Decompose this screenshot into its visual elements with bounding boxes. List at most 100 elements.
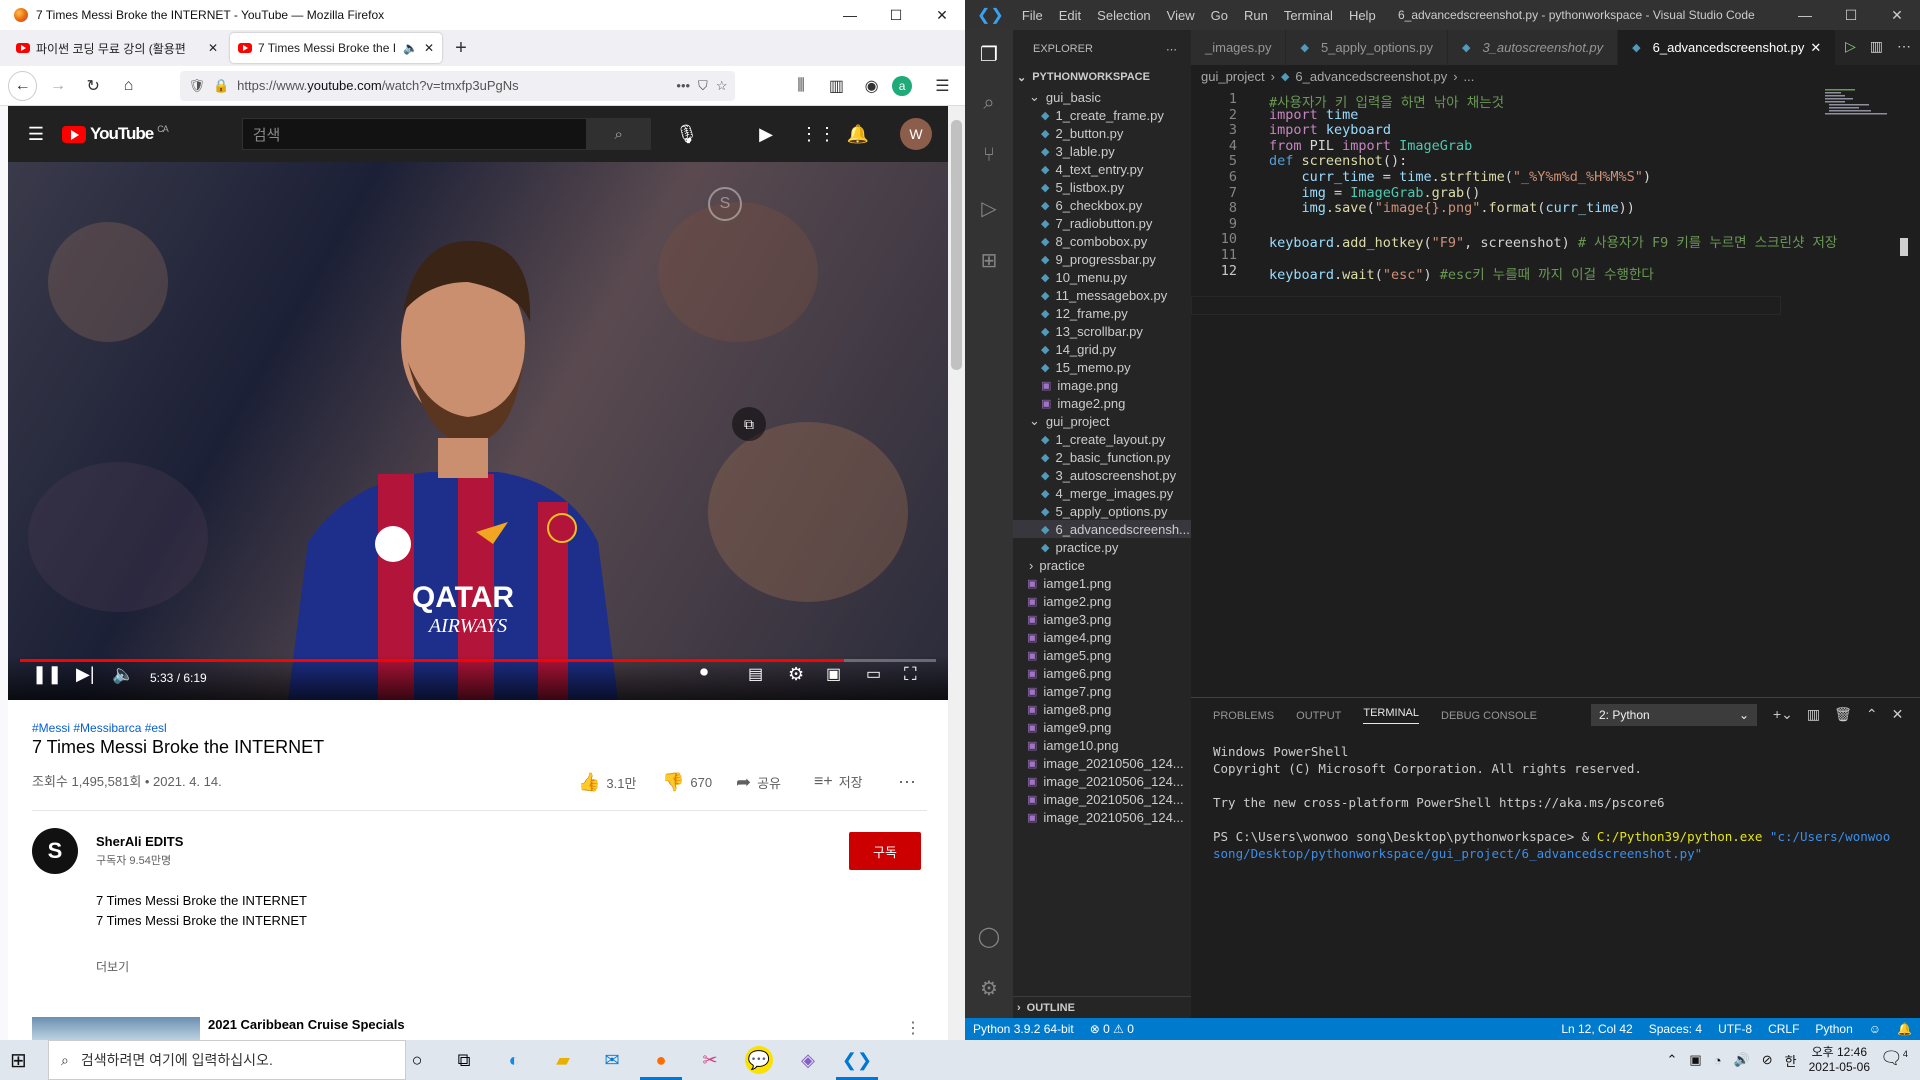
file-tree-item[interactable]: ◆ 3_lable.py [1013, 142, 1191, 160]
file-tree-item[interactable]: ▣ iamge7.png [1013, 682, 1191, 700]
url-bar[interactable]: 🛡 🔒 https://www.youtube.com/watch?v=tmxf… [180, 70, 736, 101]
settings-gear-icon[interactable]: ⚙ [788, 664, 804, 685]
file-tree-item[interactable]: ◆ 3_autoscreenshot.py [1013, 466, 1191, 484]
close-button[interactable]: ✕ [1874, 0, 1920, 30]
tray-overflow-chevron-icon[interactable]: ⌃ [1666, 1052, 1677, 1068]
editor-tab[interactable]: ◆ 3_autoscreenshot.py [1447, 30, 1619, 65]
new-terminal-icon[interactable]: +⌄ [1773, 706, 1793, 723]
file-tree-item[interactable]: ▣ iamge1.png [1013, 574, 1191, 592]
minimize-button[interactable]: — [1782, 0, 1828, 30]
file-tree-item[interactable]: ◆ 10_menu.py [1013, 268, 1191, 286]
file-tree-item[interactable]: ◆ 5_apply_options.py [1013, 502, 1191, 520]
language-mode[interactable]: Python [1807, 1022, 1860, 1036]
problems-count[interactable]: ⊗ 0 ⚠ 0 [1082, 1022, 1142, 1036]
terminal-output[interactable]: Windows PowerShell Copyright (C) Microsof… [1213, 743, 1903, 862]
file-tree-item[interactable]: ◆ 4_text_entry.py [1013, 160, 1191, 178]
editor-scrollbar-thumb[interactable] [1900, 238, 1908, 256]
code-line[interactable]: img.save("image{}.png".format(curr_time)… [1269, 200, 1635, 216]
menu-help[interactable]: Help [1341, 8, 1384, 23]
account-icon[interactable]: ◯ [977, 924, 1001, 948]
code-editor[interactable]: 1 #사용자가 키 입력을 하면 낚아 채는것 2 import time 3 impor… [1191, 87, 1920, 687]
split-editor-icon[interactable]: ▥ [1870, 38, 1883, 55]
maximize-panel-icon[interactable]: ⌃ [1866, 706, 1878, 723]
encoding[interactable]: UTF-8 [1710, 1022, 1760, 1036]
menu-terminal[interactable]: Terminal [1276, 8, 1341, 23]
run-file-icon[interactable]: ▷ [1845, 38, 1856, 55]
next-video-icon[interactable]: ▶| [76, 664, 95, 685]
file-tree-item[interactable]: ▣ image_20210506_124... [1013, 790, 1191, 808]
menu-selection[interactable]: Selection [1089, 8, 1158, 23]
file-tree-item[interactable]: ▣ iamge4.png [1013, 628, 1191, 646]
hamburger-menu-icon[interactable]: ☰ [24, 124, 48, 145]
file-tree-item[interactable]: ◆ 14_grid.py [1013, 340, 1191, 358]
search-button[interactable]: ⌕ [586, 118, 651, 150]
workspace-header[interactable]: ⌄ PYTHONWORKSPACE [1013, 66, 1191, 88]
share-button[interactable]: ➦ 공유 [736, 772, 781, 793]
new-tab-button[interactable]: + [446, 33, 476, 63]
file-tree-item[interactable]: ◆ 4_merge_images.py [1013, 484, 1191, 502]
task-view-icon[interactable]: ⧉ [450, 1046, 478, 1074]
speaker-icon[interactable]: 🔈 [403, 41, 418, 55]
file-tree-item[interactable]: ◆ 13_scrollbar.py [1013, 322, 1191, 340]
code-line[interactable]: keyboard.add_hotkey("F9", screenshot) # … [1269, 231, 1837, 251]
youtube-logo[interactable]: YouTube CA [62, 124, 169, 144]
file-tree-item[interactable]: ▣ image_20210506_124... [1013, 772, 1191, 790]
code-line[interactable]: img = ImageGrab.grab() [1269, 185, 1481, 201]
search-input[interactable]: 검색 [241, 118, 587, 150]
menu-run[interactable]: Run [1236, 8, 1276, 23]
menu-icon[interactable]: ☰ [928, 71, 957, 101]
file-tree-item[interactable]: ⌄ gui_project [1013, 412, 1191, 430]
tab-messi-video[interactable]: 7 Times Messi Broke the I 🔈 ✕ [230, 33, 442, 63]
avatar[interactable]: W [900, 118, 932, 150]
close-tab-icon[interactable]: ✕ [1810, 40, 1821, 56]
volume-icon[interactable]: 🔈 [112, 664, 134, 685]
tab-close-icon[interactable]: ✕ [208, 41, 218, 55]
save-button[interactable]: ≡+ 저장 [814, 772, 863, 791]
file-tree-item[interactable]: ◆ 1_create_frame.py [1013, 106, 1191, 124]
recommended-title[interactable]: 2021 Caribbean Cruise Specials [208, 1017, 405, 1032]
show-more-button[interactable]: 더보기 [96, 958, 129, 975]
sidebar-icon[interactable]: ▥ [822, 71, 851, 101]
code-line[interactable]: curr_time = time.strftime("_%Y%m%d_%H%M%… [1269, 169, 1652, 185]
file-tree-item[interactable]: ◆ 2_basic_function.py [1013, 448, 1191, 466]
file-tree-item[interactable]: ▣ iamge5.png [1013, 646, 1191, 664]
file-explorer-icon[interactable]: ▰ [549, 1046, 577, 1074]
editor-tab[interactable]: ◆ 6_advancedscreenshot.py ✕ [1618, 30, 1837, 65]
recommended-menu-icon[interactable]: ⋮ [905, 1018, 921, 1038]
tab-close-icon[interactable]: ✕ [424, 41, 434, 55]
snipping-tool-icon[interactable]: ✂ [696, 1046, 724, 1074]
split-terminal-icon[interactable]: ▥ [1807, 706, 1820, 723]
clock[interactable]: 오후 12:46 2021-05-06 [1809, 1045, 1870, 1075]
menu-view[interactable]: View [1159, 8, 1203, 23]
recommended-thumbnail[interactable] [32, 1017, 200, 1040]
code-line[interactable]: from PIL import ImageGrab [1269, 138, 1472, 154]
forward-button[interactable]: → [43, 71, 72, 101]
breadcrumb-symbol[interactable]: ... [1464, 69, 1475, 84]
notifications-bell-icon[interactable]: 🔔 [846, 124, 870, 145]
apps-grid-icon[interactable]: ⋮⋮ [800, 124, 836, 145]
bookmark-star-icon[interactable]: ☆ [716, 78, 728, 94]
menu-go[interactable]: Go [1203, 8, 1236, 23]
vscode-taskbar-icon[interactable]: ❮❯ [842, 1046, 872, 1074]
file-tree-item[interactable]: ◆ practice.py [1013, 538, 1191, 556]
editor-tab[interactable]: _images.py [1191, 30, 1287, 65]
menu-edit[interactable]: Edit [1051, 8, 1089, 23]
subscribe-button[interactable]: 구독 [849, 832, 921, 870]
lock-icon[interactable]: 🔒 [213, 78, 229, 94]
taskbar-search-input[interactable]: ⌕ 검색하려면 여기에 입력하십시오. [48, 1040, 406, 1080]
indentation[interactable]: Spaces: 4 [1641, 1022, 1710, 1036]
channel-name[interactable]: SherAli EDITS [96, 834, 183, 849]
file-tree-item[interactable]: ◆ 15_memo.py [1013, 358, 1191, 376]
file-tree-item[interactable]: ◆ 12_frame.py [1013, 304, 1191, 322]
like-button[interactable]: 👍 3.1만 [578, 772, 636, 793]
file-tree-item[interactable]: ◆ 1_create_layout.py [1013, 430, 1191, 448]
code-line[interactable]: import time [1269, 107, 1358, 123]
python-interpreter[interactable]: Python 3.9.2 64-bit [965, 1022, 1082, 1036]
panel-tab-terminal[interactable]: TERMINAL [1363, 707, 1419, 724]
feedback-icon[interactable]: ☺ [1861, 1022, 1889, 1036]
back-button[interactable]: ← [8, 70, 38, 101]
search-icon[interactable]: ⌕ [977, 92, 1001, 116]
cortana-icon[interactable]: ○ [403, 1046, 431, 1074]
autoplay-toggle-icon[interactable]: ⏺ [700, 664, 708, 682]
explorer-files-icon[interactable]: ❐ [977, 42, 1001, 66]
